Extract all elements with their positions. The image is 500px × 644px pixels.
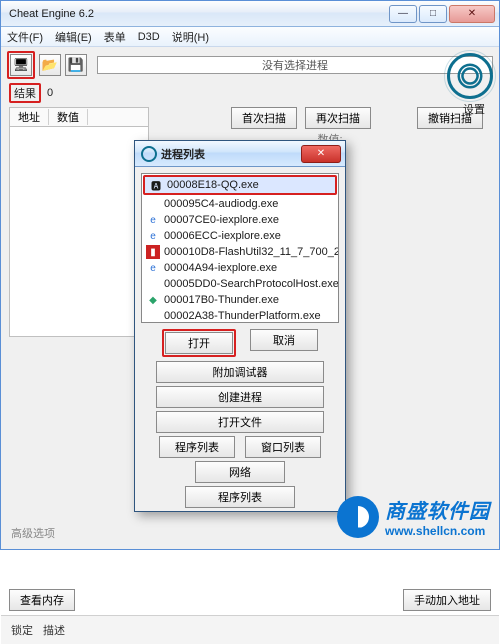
process-item[interactable]: e 00006ECC-iexplore.exe (142, 228, 338, 244)
thunder-icon: ◆ (146, 293, 160, 307)
settings-label[interactable]: 设置 (463, 101, 485, 117)
dialog-title: 进程列表 (161, 146, 301, 162)
process-icon (146, 197, 160, 211)
cheat-engine-logo-icon[interactable] (447, 53, 493, 99)
process-item-selected[interactable]: 🅰 00008E18-QQ.exe (143, 175, 337, 195)
process-label: 00008E18-QQ.exe (167, 179, 259, 191)
window-title: Cheat Engine 6.2 (9, 8, 387, 20)
menu-d3d[interactable]: D3D (138, 31, 160, 43)
process-item[interactable]: ◆ 000017B0-Thunder.exe (142, 292, 338, 308)
open-button[interactable]: 打开 (165, 332, 233, 354)
watermark-logo-icon (337, 496, 379, 538)
result-list: 地址 数值 (9, 107, 149, 337)
menu-edit[interactable]: 编辑(E) (55, 29, 92, 45)
menubar: 文件(F) 编辑(E) 表单 D3D 说明(H) (1, 27, 499, 47)
cancel-button[interactable]: 取消 (250, 329, 318, 351)
process-label: 00002A38-ThunderPlatform.exe (164, 310, 321, 322)
process-item[interactable]: 000095C4-audiodg.exe (142, 196, 338, 212)
result-list-header: 地址 数值 (9, 107, 149, 127)
open-highlight: 打开 (162, 329, 236, 357)
next-scan-button[interactable]: 再次扫描 (305, 107, 371, 129)
result-list-body[interactable] (9, 127, 149, 337)
process-icon (146, 309, 160, 323)
process-item[interactable]: e 00007CE0-iexplore.exe (142, 212, 338, 228)
result-count: 0 (47, 87, 53, 99)
bottom-buttons: 查看内存 手动加入地址 (1, 585, 499, 615)
process-list2-button[interactable]: 程序列表 (185, 486, 295, 508)
process-list[interactable]: 🅰 00008E18-QQ.exe 000095C4-audiodg.exe e… (141, 173, 339, 323)
open-process-highlight: 🖥 (7, 51, 35, 79)
result-label: 结果 (14, 88, 36, 100)
cheat-table-header: 锁定 描述 (1, 615, 499, 644)
ie-icon: e (146, 229, 160, 243)
ie-icon: e (146, 261, 160, 275)
process-item[interactable]: ▮ 000010D8-FlashUtil32_11_7_700_224_Acti (142, 244, 338, 260)
process-label: 00004A94-iexplore.exe (164, 262, 277, 274)
process-item[interactable]: e 00004A94-iexplore.exe (142, 260, 338, 276)
col-lock[interactable]: 锁定 (11, 622, 33, 638)
open-file-button[interactable]: 📂 (39, 54, 61, 76)
menu-file[interactable]: 文件(F) (7, 29, 43, 45)
titlebar[interactable]: Cheat Engine 6.2 — □ ✕ (1, 1, 499, 27)
watermark-text: 商盛软件园 www.shellcn.com (385, 495, 490, 538)
dialog-titlebar[interactable]: 进程列表 ✕ (135, 141, 345, 167)
window-controls: — □ ✕ (387, 5, 495, 23)
process-icon (146, 277, 160, 291)
process-item[interactable]: 00005DD0-SearchProtocolHost.exe (142, 276, 338, 292)
process-icon: 🅰 (149, 178, 163, 192)
process-item[interactable]: 00002A38-ThunderPlatform.exe (142, 308, 338, 323)
result-line: 结果 0 (1, 83, 499, 107)
create-process-button[interactable]: 创建进程 (156, 386, 324, 408)
attach-debugger-button[interactable]: 附加调试器 (156, 361, 324, 383)
col-address[interactable]: 地址 (10, 109, 49, 125)
dialog-open-row: 打开 取消 (135, 329, 345, 357)
col-value[interactable]: 数值 (49, 109, 88, 125)
close-button[interactable]: ✕ (449, 5, 495, 23)
col-desc[interactable]: 描述 (43, 622, 65, 638)
watermark: 商盛软件园 www.shellcn.com (337, 495, 490, 538)
process-label: 000010D8-FlashUtil32_11_7_700_224_Acti (164, 246, 339, 258)
result-highlight: 结果 (9, 83, 41, 103)
window-list-tab[interactable]: 窗口列表 (245, 436, 321, 458)
open-process-button[interactable]: 🖥 (10, 54, 32, 76)
first-scan-button[interactable]: 首次扫描 (231, 107, 297, 129)
advanced-options[interactable]: 高级选项 (11, 525, 55, 541)
process-label: 00007CE0-iexplore.exe (164, 214, 279, 226)
scan-buttons: 首次扫描 再次扫描 撤销扫描 (169, 107, 483, 129)
dialog-close-button[interactable]: ✕ (301, 145, 341, 163)
menu-help[interactable]: 说明(H) (172, 29, 209, 45)
process-label: 000017B0-Thunder.exe (164, 294, 279, 306)
process-list-dialog: 进程列表 ✕ 🅰 00008E18-QQ.exe 000095C4-audiod… (134, 140, 346, 512)
network-button[interactable]: 网络 (195, 461, 285, 483)
progress-bar: 没有选择进程 (97, 56, 493, 74)
process-label: 000095C4-audiodg.exe (164, 198, 278, 210)
minimize-button[interactable]: — (389, 5, 417, 23)
watermark-name: 商盛软件园 (385, 495, 490, 524)
menu-table[interactable]: 表单 (104, 29, 126, 45)
toolbar: 🖥 📂 💾 没有选择进程 (1, 47, 499, 83)
maximize-button[interactable]: □ (419, 5, 447, 23)
ie-icon: e (146, 213, 160, 227)
process-list-tab[interactable]: 程序列表 (159, 436, 235, 458)
flash-icon: ▮ (146, 245, 160, 259)
list-switch-row: 程序列表 窗口列表 (135, 436, 345, 458)
view-memory-button[interactable]: 查看内存 (9, 589, 75, 611)
manual-add-button[interactable]: 手动加入地址 (403, 589, 491, 611)
dialog-app-icon (141, 146, 157, 162)
watermark-url: www.shellcn.com (385, 524, 490, 538)
process-label: 00005DD0-SearchProtocolHost.exe (164, 278, 339, 290)
save-button[interactable]: 💾 (65, 54, 87, 76)
process-label: 00006ECC-iexplore.exe (164, 230, 281, 242)
open-file-dialog-button[interactable]: 打开文件 (156, 411, 324, 433)
